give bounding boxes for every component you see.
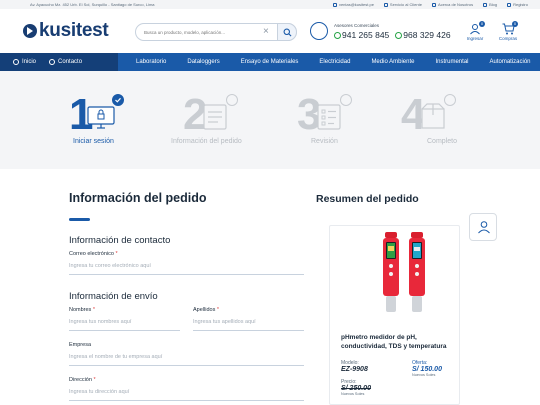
step-review: 3 Revisión <box>297 93 387 153</box>
nav-contact[interactable]: Contacto <box>49 59 82 65</box>
pending-icon <box>444 94 456 106</box>
product-price: Precio: S/ 250.00 Nuevos Soles <box>341 379 371 396</box>
top-link-blog[interactable]: Blog <box>483 2 497 7</box>
search-input[interactable] <box>144 28 264 37</box>
company-field: Empresa <box>69 342 304 366</box>
site-header: kusitest × Asesores Comerciales 941 265 … <box>0 9 540 53</box>
shipping-section-title: Información de envío <box>69 291 158 302</box>
step-login: 1 Iniciar sesión <box>69 93 159 153</box>
pending-icon <box>226 94 238 106</box>
email-input[interactable] <box>69 257 304 275</box>
info-icon <box>431 2 436 7</box>
top-info-bar: Av. Ayacucho Mz. 452 Urb. El Sol, Surqui… <box>0 0 540 9</box>
names-input[interactable] <box>69 313 180 331</box>
step-label: Completo <box>427 138 457 145</box>
login-badge: 0 <box>479 21 485 27</box>
search-box: × <box>135 23 297 41</box>
cart-badge: 0 <box>512 21 518 27</box>
nav-laboratorio[interactable]: Laboratorio <box>136 59 166 65</box>
search-icon <box>283 28 292 37</box>
nav-automatizacion[interactable]: Automatización <box>489 59 530 65</box>
cart-label: Compras <box>498 36 518 41</box>
names-field: Nombres * <box>69 307 180 331</box>
cart-button[interactable]: 0 Compras <box>495 21 521 41</box>
phone-2[interactable]: 968 329 426 <box>395 30 451 40</box>
summary-title: Resumen del pedido <box>316 193 419 205</box>
pending-icon <box>340 94 352 106</box>
contact-section-title: Información de contacto <box>69 235 171 246</box>
store-address: Av. Ayacucho Mz. 452 Urb. El Sol, Surqui… <box>30 2 155 7</box>
product-card: pHmetro medidor de pH, conductividad, TD… <box>329 225 460 405</box>
checkout-steps: 1 Iniciar sesión 2 Información del pedid… <box>0 71 540 169</box>
product-model: Modelo: EZ-9908 <box>341 360 368 373</box>
product-name[interactable]: pHmetro medidor de pH, conductividad, TD… <box>341 334 459 351</box>
logo-mark-icon <box>23 24 37 38</box>
whatsapp-icon <box>334 32 341 39</box>
nav-medio-ambiente[interactable]: Medio Ambiente <box>371 59 414 65</box>
login-button[interactable]: 0 Ingresar <box>462 21 488 41</box>
user-icon <box>507 2 512 7</box>
offer-price: S/ 150.00 <box>412 366 442 373</box>
login-label: Ingresar <box>466 36 484 41</box>
logo-text: kusitest <box>39 20 109 41</box>
nav-electricidad[interactable]: Electricidad <box>319 59 350 65</box>
advisors-label: Asesores Comerciales <box>334 23 380 28</box>
phone-1[interactable]: 941 265 845 <box>334 30 389 40</box>
top-link-service[interactable]: Servicio al Cliente <box>383 2 422 7</box>
form-icon <box>203 104 227 130</box>
step-label: Iniciar sesión <box>73 138 114 145</box>
contact-icon <box>49 59 56 65</box>
top-link-email[interactable]: ventas@kusitest.pe <box>332 2 374 7</box>
account-button[interactable] <box>469 213 497 241</box>
nav-dataloggers[interactable]: Dataloggers <box>187 59 219 65</box>
nav-home[interactable]: Inicio <box>13 59 36 65</box>
check-icon <box>112 94 124 106</box>
names-label: Nombres <box>69 307 92 313</box>
product-image <box>342 226 452 318</box>
user-icon <box>478 221 490 234</box>
email-label: Correo electrónico <box>69 251 114 257</box>
main-nav: Inicio Contacto Laboratorio Dataloggers … <box>0 53 540 71</box>
search-button[interactable] <box>277 23 297 41</box>
product-offer: Oferta: S/ 150.00 Nuevos Soles <box>412 360 442 377</box>
service-icon <box>383 2 388 7</box>
home-icon <box>13 59 19 65</box>
address-label: Dirección <box>69 377 92 383</box>
blog-icon <box>483 2 488 7</box>
company-input[interactable] <box>69 348 304 366</box>
clear-search-icon[interactable]: × <box>263 26 269 38</box>
step-label: Información del pedido <box>171 138 242 145</box>
model-value: EZ-9908 <box>341 366 368 373</box>
email-field: Correo electrónico * <box>69 251 304 275</box>
mail-icon <box>332 2 337 7</box>
order-form: Información del pedido <box>69 191 305 221</box>
top-link-about[interactable]: Acerca de Nosotros <box>431 2 473 7</box>
regular-price: S/ 250.00 <box>341 385 371 392</box>
surnames-field: Apellidos * <box>193 307 304 331</box>
package-icon <box>421 103 445 129</box>
title-accent <box>69 218 90 221</box>
order-title: Información del pedido <box>69 191 207 205</box>
headset-icon <box>310 22 328 40</box>
kusitest-logo[interactable]: kusitest <box>23 20 109 41</box>
nav-ensayo-materiales[interactable]: Ensayo de Materiales <box>241 59 299 65</box>
surnames-input[interactable] <box>193 313 304 331</box>
top-link-register[interactable]: Registro <box>507 2 528 7</box>
checklist-icon <box>317 104 341 130</box>
address-field: Dirección * <box>69 377 304 401</box>
surnames-label: Apellidos <box>193 307 216 313</box>
address-input[interactable] <box>69 383 304 401</box>
nav-instrumental[interactable]: Instrumental <box>435 59 468 65</box>
sales-advisors: Asesores Comerciales 941 265 845 968 329… <box>310 22 451 44</box>
top-links: ventas@kusitest.pe Servicio al Cliente A… <box>332 2 528 7</box>
whatsapp-icon <box>395 32 403 39</box>
monitor-lock-icon <box>87 106 115 129</box>
step-order-info: 2 Información del pedido <box>171 93 273 153</box>
step-complete: 4 Completo <box>401 93 491 153</box>
